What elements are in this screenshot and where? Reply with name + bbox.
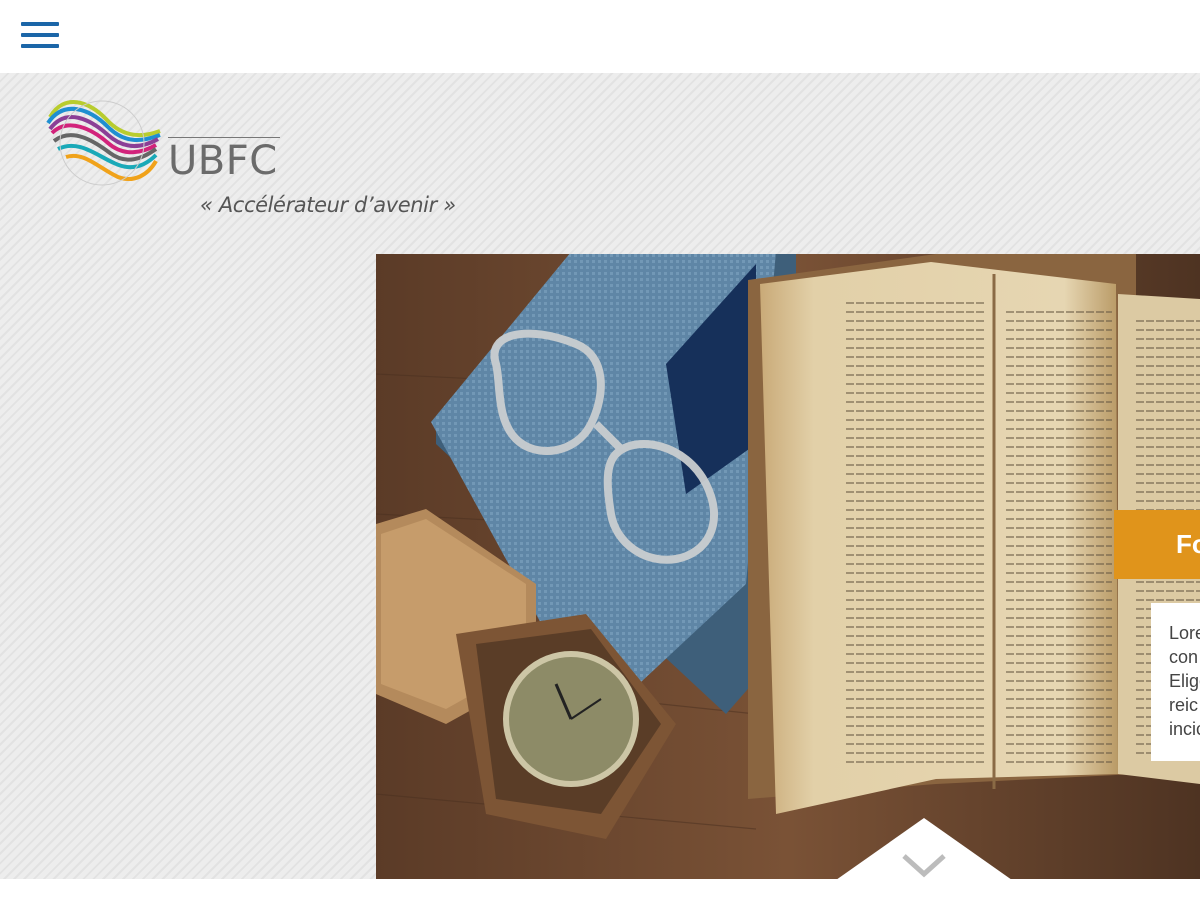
page-footer-strip xyxy=(0,879,1200,900)
ubfc-logo[interactable]: UBFC « Accélérateur d’avenir » xyxy=(44,97,456,227)
slide-caption-title[interactable]: Fo xyxy=(1114,510,1200,579)
hero-image xyxy=(376,254,1200,879)
hero-section: UBFC « Accélérateur d’avenir » Fo Lor co… xyxy=(0,73,1200,879)
ubfc-wave-logo-icon xyxy=(46,100,161,186)
scroll-down-button[interactable] xyxy=(836,818,1012,879)
logo-tagline: « Accélérateur d’avenir » xyxy=(200,193,456,217)
chevron-down-icon xyxy=(837,818,1011,879)
top-bar xyxy=(0,0,1200,73)
logo-name: UBFC xyxy=(168,138,278,184)
hamburger-menu-icon[interactable] xyxy=(21,22,59,50)
slide-caption-text: Lore con Elige reic incic xyxy=(1151,603,1200,761)
